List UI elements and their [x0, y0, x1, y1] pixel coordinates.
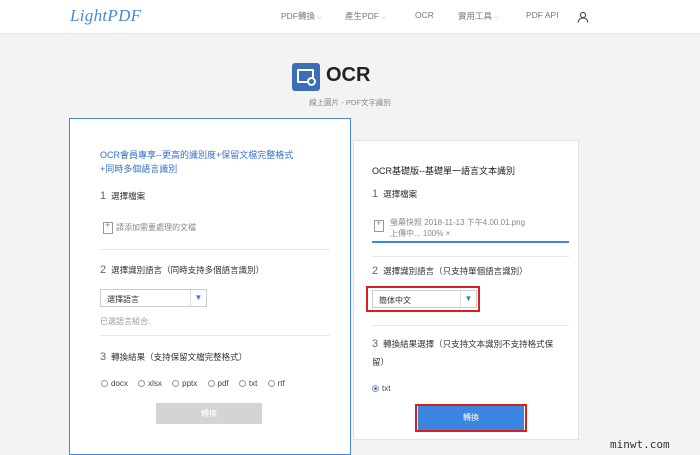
format-option-xlsx[interactable]: xlsx — [138, 379, 162, 388]
premium-step1: 1 選擇檔案 — [100, 190, 146, 202]
selected-language-combo-label: 已選語言組合: — [100, 317, 151, 326]
premium-language-select[interactable]: 選擇語言 ▼ — [100, 289, 207, 307]
add-document-icon — [103, 220, 113, 234]
nav-pdf-api[interactable]: PDF API — [526, 10, 559, 20]
page-title: OCR — [326, 64, 371, 86]
basic-title: OCR基礎版--基礎單一語言文本識別 — [372, 166, 515, 176]
nav-pdf-convert[interactable]: PDF轉換 ⌵ — [281, 10, 322, 22]
top-header: LightPDF PDF轉換 ⌵ 產生PDF ⌵ OCR 實用工具 ⌵ PDF API — [0, 0, 700, 34]
divider — [100, 249, 330, 250]
upload-status: 上傳中... 100% × — [390, 229, 451, 238]
divider — [100, 335, 330, 336]
basic-step2: 2 選擇識別語言（只支持單個語言識別） — [372, 265, 528, 277]
divider — [372, 256, 569, 257]
premium-title-line2: +同時多個語言識別 — [100, 164, 178, 174]
premium-step2: 2 選擇識別語言（同時支持多個語言識別） — [100, 264, 265, 276]
basic-step1: 1 選擇檔案 — [372, 188, 418, 200]
premium-step3: 3 轉換結果（支持保留文檔完整格式） — [100, 351, 248, 363]
highlight-box — [366, 286, 480, 312]
uploaded-file-icon — [374, 218, 387, 232]
divider — [372, 325, 569, 326]
chevron-down-icon: ⌵ — [381, 14, 387, 21]
premium-convert-button[interactable]: 轉換 — [156, 403, 262, 424]
format-option-pdf[interactable]: pdf — [207, 379, 229, 388]
format-option-docx[interactable]: docx — [101, 379, 128, 388]
nav-tools[interactable]: 實用工具 ⌵ — [458, 10, 499, 22]
remove-file-icon[interactable]: × — [446, 229, 451, 238]
ocr-app-icon — [292, 63, 320, 91]
document-icon — [374, 218, 384, 232]
chevron-down-icon: ⌵ — [494, 14, 500, 21]
upload-progress-bar — [372, 241, 569, 243]
premium-format-options: docx xlsx pptx pdf txt rtf — [101, 379, 293, 388]
lightpdf-logo[interactable]: LightPDF — [70, 6, 141, 26]
dropdown-arrow-icon: ▼ — [190, 290, 206, 306]
page-subtitle: 線上圖片 - PDF文字識別 — [309, 98, 391, 107]
nav-create-pdf[interactable]: 產生PDF ⌵ — [345, 10, 386, 22]
format-option-rtf[interactable]: rtf — [267, 379, 285, 388]
premium-title-line1: OCR會員專享--更高的識別度+保留文檔完整格式 — [100, 150, 294, 160]
nav-ocr[interactable]: OCR — [415, 10, 434, 20]
format-option-txt-basic[interactable]: txt — [372, 384, 390, 393]
watermark: minwt.com — [610, 438, 670, 451]
basic-step3: 3 轉換結果選擇（只支持文本識別不支持格式保 — [372, 338, 554, 350]
premium-add-file[interactable]: 請添加需要處理的文檔 — [103, 220, 196, 234]
chevron-down-icon: ⌵ — [317, 14, 323, 21]
user-icon[interactable] — [577, 11, 589, 23]
format-option-txt[interactable]: txt — [238, 379, 257, 388]
basic-step3-line2: 留） — [372, 357, 390, 367]
uploaded-file-name: 螢幕快照 2018-11-13 下午4.00.01.png — [390, 218, 526, 227]
format-option-pptx[interactable]: pptx — [172, 379, 197, 388]
highlight-box — [415, 404, 527, 432]
